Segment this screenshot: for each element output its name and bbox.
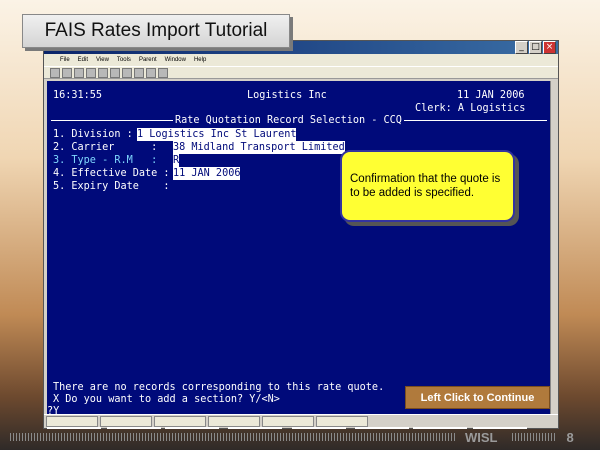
field-label-effective-date: 4. Effective Date : — [53, 168, 170, 179]
field-value-carrier[interactable]: 38 Midland Transport Limited — [173, 141, 345, 154]
terminal-window: _ □ × File Edit View Tools Parent Window… — [43, 40, 559, 429]
clerk-name: Clerk: A Logistics — [415, 103, 526, 114]
new-icon[interactable] — [50, 67, 60, 78]
company-name: Logistics Inc — [247, 90, 327, 101]
toolbar — [44, 66, 558, 79]
field-label-expiry-date: 5. Expiry Date : — [53, 181, 170, 192]
open-icon[interactable] — [62, 67, 72, 78]
taskbar-item-3[interactable] — [154, 415, 206, 427]
page-number: 8 — [566, 429, 574, 445]
current-date: 11 JAN 2006 — [457, 90, 525, 101]
taskbar-item-6[interactable] — [316, 415, 368, 427]
menu-window[interactable]: Window — [165, 57, 186, 63]
field-value-division[interactable]: 1 Logistics Inc St Laurent — [137, 128, 297, 141]
menu-edit[interactable]: Edit — [78, 57, 88, 63]
minimize-button[interactable]: _ — [515, 41, 528, 54]
continue-button[interactable]: Left Click to Continue — [405, 386, 550, 409]
field-value-type[interactable]: R — [173, 154, 180, 167]
field-label-division: 1. Division : — [53, 129, 133, 140]
field-label-type: 3. Type - R.M : — [53, 155, 158, 166]
print-icon[interactable] — [86, 67, 96, 78]
screen-title: Rate Quotation Record Selection - CCQ — [173, 114, 404, 127]
field-value-effective-date[interactable]: 11 JAN 2006 — [173, 167, 241, 180]
menu-help[interactable]: Help — [194, 57, 206, 63]
copy-icon[interactable] — [110, 67, 120, 78]
clock: 16:31:55 — [53, 90, 103, 101]
menu-tools[interactable]: Tools — [117, 57, 131, 63]
footer-brand: WISL — [465, 429, 498, 445]
paste-icon[interactable] — [122, 67, 132, 78]
find-icon[interactable] — [134, 67, 144, 78]
maximize-button[interactable]: □ — [529, 41, 542, 54]
footer-stripes-right — [511, 433, 557, 441]
taskbar — [44, 414, 558, 427]
menu-file[interactable]: File — [60, 57, 70, 63]
slide-title: FAIS Rates Import Tutorial — [22, 14, 290, 48]
taskbar-item-2[interactable] — [100, 415, 152, 427]
field-label-carrier: 2. Carrier : — [53, 142, 158, 153]
taskbar-item-1[interactable] — [46, 415, 98, 427]
menu-view[interactable]: View — [96, 57, 109, 63]
menu-parent[interactable]: Parent — [139, 57, 157, 63]
menu-bar: File Edit View Tools Parent Window Help — [44, 54, 558, 66]
footer: WISL 8 — [0, 427, 600, 447]
terminal-screen[interactable]: 16:31:55 Logistics Inc 11 JAN 2006 Clerk… — [47, 81, 551, 429]
save-icon[interactable] — [74, 67, 84, 78]
cut-icon[interactable] — [98, 67, 108, 78]
help-icon[interactable] — [158, 67, 168, 78]
close-button[interactable]: × — [543, 41, 556, 54]
settings-icon[interactable] — [146, 67, 156, 78]
taskbar-item-4[interactable] — [208, 415, 260, 427]
vertical-scrollbar[interactable] — [550, 81, 558, 416]
add-section-prompt: X Do you want to add a section? Y/<N> — [53, 394, 280, 405]
footer-stripes-left — [10, 433, 455, 441]
instruction-callout: Confirmation that the quote is to be add… — [340, 150, 515, 222]
taskbar-item-5[interactable] — [262, 415, 314, 427]
